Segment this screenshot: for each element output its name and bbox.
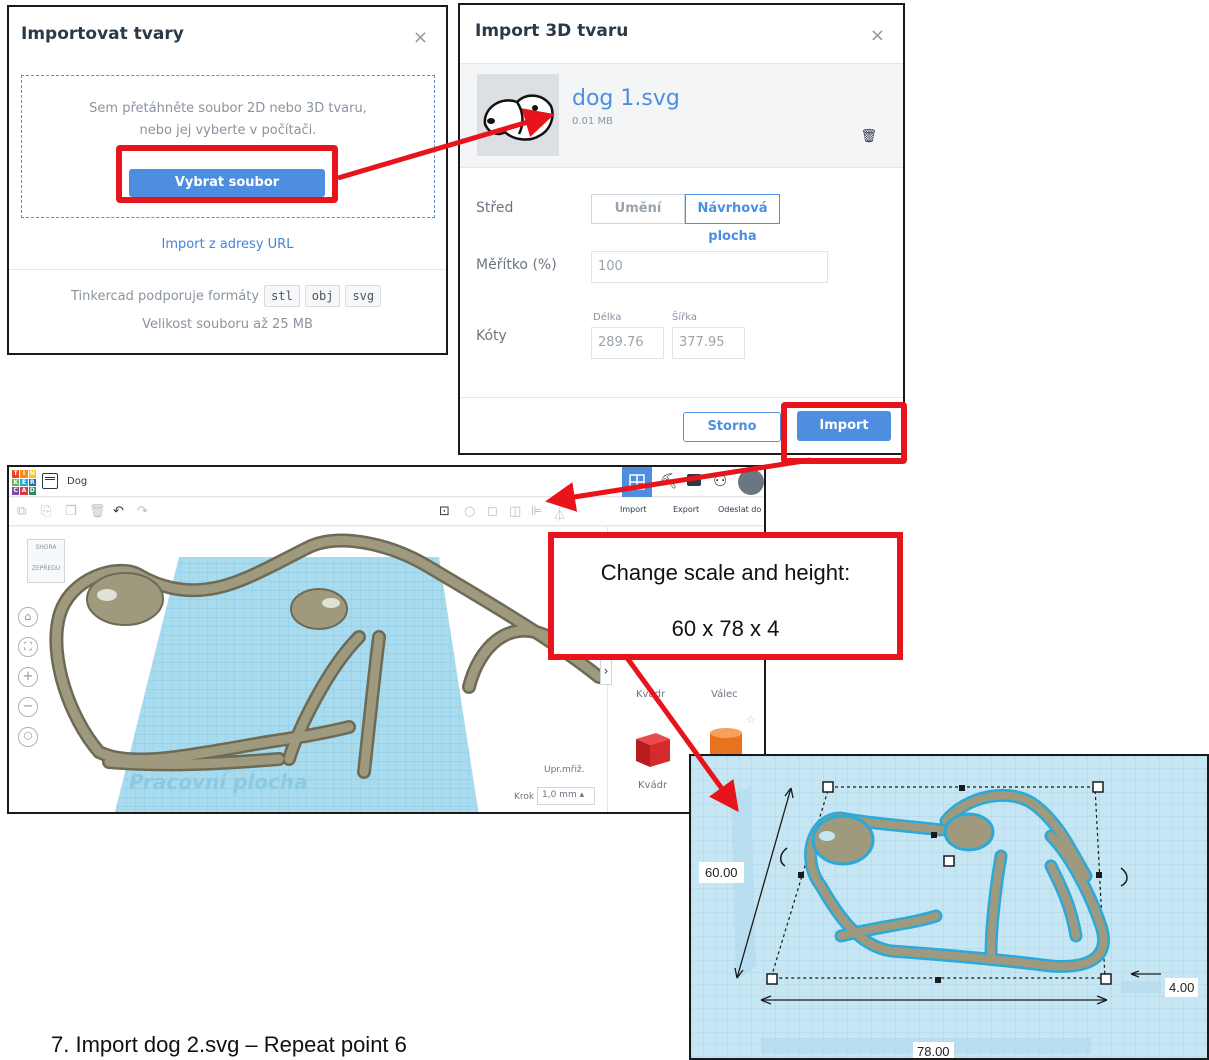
callout-line2: 60 x 78 x 4	[671, 616, 780, 641]
dimension-width[interactable]: 78.00	[913, 1042, 954, 1058]
dimensions-label: Kóty	[476, 328, 507, 344]
project-name[interactable]: Dog	[67, 476, 87, 487]
drop-instructions: Sem přetáhněte soubor 2D nebo 3D tvaru, …	[89, 101, 367, 138]
file-size: 0.01 MB	[572, 116, 613, 127]
undo-icon[interactable]: ↶	[113, 504, 124, 519]
dialog-title: Import 3D tvaru	[475, 21, 629, 41]
center-workplane-option-line2: plocha	[708, 229, 757, 244]
highlight-choose-file	[116, 145, 338, 203]
export-toolbar-button[interactable]: Export	[673, 505, 699, 514]
redo-icon[interactable]: ↷	[137, 504, 148, 519]
build-pickaxe-icon[interactable]: ⛏	[659, 472, 678, 490]
copy-icon[interactable]: ⧉	[17, 504, 26, 519]
edit-grid-button[interactable]: Upr.mřiž.	[544, 765, 585, 775]
supported-formats: Tinkercad podporuje formáty stl obj svg	[71, 285, 382, 307]
notes-icon[interactable]: ⊡	[439, 504, 450, 519]
format-badge: stl	[264, 285, 300, 307]
mirror-icon[interactable]: ⏃	[553, 504, 566, 523]
shape-box-label[interactable]: Kvádr	[638, 780, 667, 791]
length-label: Délka	[593, 312, 622, 323]
highlight-import-button	[781, 402, 907, 464]
dialog-title: Importovat tvary	[21, 24, 184, 44]
send-to-toolbar-button[interactable]: Odeslat do	[718, 505, 761, 514]
design-list-icon[interactable]	[42, 473, 58, 489]
dialog-footer	[460, 397, 903, 398]
zoomed-shape-view: 60.00 78.00 4.00	[689, 754, 1209, 1060]
shape-box-thumb[interactable]	[630, 727, 672, 769]
center-workplane-option[interactable]: Návrhová	[685, 194, 780, 224]
import-3d-shape-dialog: Import 3D tvaru × dog 1.svg 0.01 MB 🗑 St…	[458, 3, 905, 455]
light-bulb-icon[interactable]: ○	[464, 504, 475, 519]
shape-box-top-label[interactable]: Kvádr	[636, 689, 665, 700]
star-icon[interactable]: ☆	[746, 713, 756, 726]
snap-select[interactable]: 1,0 mm ▴	[537, 787, 595, 805]
group-icon[interactable]: ◻	[487, 504, 498, 519]
home-view-icon[interactable]: ⌂	[18, 607, 38, 627]
3d-viewport[interactable]: Pracovní plocha SHORA ZEPŘEDU ⌂ ⛶ + − ⬡ …	[9, 527, 607, 812]
avatar[interactable]	[738, 469, 764, 495]
dimension-thickness[interactable]: 4.00	[1165, 978, 1199, 997]
instruction-callout: Change scale and height: 60 x 78 x 4	[548, 532, 903, 660]
file-info-bar: dog 1.svg 0.01 MB 🗑	[460, 63, 903, 168]
duplicate-icon[interactable]: ❐	[65, 504, 77, 519]
close-icon[interactable]: ×	[413, 27, 428, 48]
scale-input[interactable]: 100	[591, 251, 828, 283]
trash-icon[interactable]: 🗑	[860, 129, 877, 144]
orthographic-icon[interactable]: ⬡	[18, 727, 38, 747]
grid-view-icon[interactable]	[622, 467, 652, 497]
divider	[9, 269, 446, 270]
delete-icon[interactable]: 🗑	[89, 504, 106, 519]
file-name: dog 1.svg	[572, 86, 680, 111]
center-label: Střed	[476, 200, 514, 216]
add-user-icon[interactable]: ⚇	[713, 471, 727, 490]
callout-line1: Change scale and height:	[600, 560, 851, 585]
format-badge: svg	[345, 285, 382, 307]
top-bar: T I N K E R C A D Dog ⛏ ⚇	[9, 467, 764, 497]
close-icon[interactable]: ×	[870, 25, 885, 46]
chevron-down-icon: ▴	[579, 790, 585, 800]
toolbar: ⧉ ⎘ ❐ 🗑 ↶ ↷ ⊡ ○ ◻ ◫ ⊫ ⏃ Import Export Od…	[9, 498, 764, 526]
panel-collapse-icon[interactable]: ›	[600, 657, 612, 685]
zoom-in-icon[interactable]: +	[18, 667, 38, 687]
file-thumbnail	[477, 74, 559, 156]
view-cube[interactable]: SHORA ZEPŘEDU	[27, 539, 65, 583]
bricks-icon[interactable]	[687, 474, 701, 486]
width-input[interactable]: 377.95	[672, 327, 745, 359]
snap-label: Krok	[514, 792, 535, 802]
import-toolbar-button[interactable]: Import	[620, 505, 647, 514]
shape-cylinder-label[interactable]: Válec	[711, 689, 738, 700]
paste-icon[interactable]: ⎘	[41, 504, 51, 519]
import-url-link[interactable]: Import z adresy URL	[9, 237, 446, 252]
align-icon[interactable]: ⊫	[531, 504, 542, 519]
workplane-label: Pracovní plocha	[129, 770, 308, 794]
step-caption: 7. Import dog 2.svg – Repeat point 6	[51, 1032, 407, 1057]
dimension-height[interactable]: 60.00	[699, 862, 744, 883]
file-size-note: Velikost souboru až 25 MB	[142, 317, 313, 332]
center-art-option[interactable]: Umění	[591, 194, 685, 224]
width-label: Šířka	[672, 312, 697, 323]
scale-label: Měřítko (%)	[476, 257, 557, 273]
ungroup-icon[interactable]: ◫	[509, 504, 521, 519]
fit-view-icon[interactable]: ⛶	[18, 637, 38, 657]
format-badge: obj	[304, 285, 341, 307]
tinkercad-logo[interactable]: T I N K E R C A D	[12, 470, 36, 495]
cancel-button[interactable]: Storno	[683, 412, 781, 442]
zoom-out-icon[interactable]: −	[18, 697, 38, 717]
length-input[interactable]: 289.76	[591, 327, 664, 359]
